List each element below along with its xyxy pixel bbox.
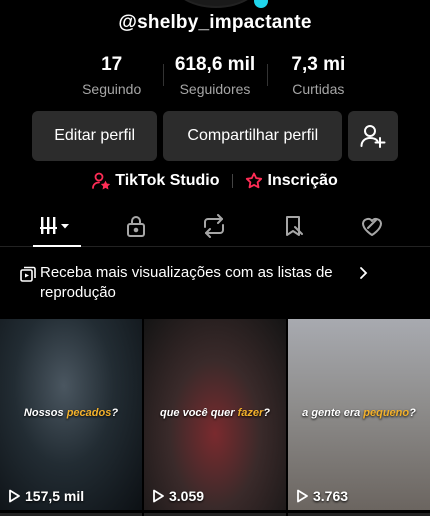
share-profile-button[interactable]: Compartilhar perfil: [163, 111, 343, 161]
videos-grid-icon: [40, 217, 69, 234]
video-thumbnail[interactable]: a gente era pequeno? 3.763: [288, 319, 430, 510]
caption-text: ?: [263, 407, 271, 419]
play-icon: [153, 489, 164, 503]
tab-videos[interactable]: [27, 205, 87, 247]
chevron-right-icon[interactable]: [356, 266, 370, 280]
video-grid: Nossos pecados? 157,5 mil que você quer …: [0, 319, 430, 516]
video-views: 3.763: [296, 488, 348, 504]
subscription-link[interactable]: Inscrição: [245, 172, 338, 190]
tab-private[interactable]: [106, 205, 166, 247]
caption-text: ?: [409, 407, 416, 419]
playlist-banner-text: Receba mais visualizações com as listas …: [40, 264, 333, 301]
profile-actions: Editar perfil Compartilhar perfil: [32, 111, 398, 161]
view-count: 157,5 mil: [25, 488, 85, 504]
stat-followers-label: Seguidores: [179, 81, 251, 97]
caption-text: que você quer: [159, 407, 238, 419]
profile-username: @shelby_impactante: [118, 12, 312, 33]
play-icon: [9, 489, 20, 503]
avatar-add-badge[interactable]: [254, 0, 268, 8]
video-views: 157,5 mil: [8, 488, 84, 504]
studio-icon: [92, 172, 111, 190]
liked-icon: [362, 217, 382, 236]
stat-following[interactable]: 17 Seguindo: [60, 54, 163, 100]
lock-icon: [127, 216, 145, 237]
edit-profile-button[interactable]: Editar perfil: [32, 111, 158, 161]
active-tab-indicator: [33, 245, 81, 247]
links-divider: [231, 174, 233, 188]
video-caption: que você quer fazer?: [144, 407, 286, 419]
subscription-label: Inscrição: [267, 172, 338, 189]
tiktok-studio-label: TikTok Studio: [115, 172, 220, 189]
profile-tabs: [0, 205, 430, 247]
video-thumbnail[interactable]: Nossos pecados? 157,5 mil: [0, 319, 142, 510]
add-user-icon: [360, 125, 386, 148]
caption-text: a gente era: [302, 407, 364, 419]
profile-avatar[interactable]: [168, 0, 264, 8]
playlist-icon: [20, 266, 36, 282]
subscription-star-icon: [245, 172, 262, 189]
favorites-icon: [286, 216, 303, 236]
caption-text: ?: [111, 407, 119, 419]
stat-likes-value: 7,3 mi: [291, 54, 346, 75]
play-icon: [297, 489, 308, 503]
stat-followers-value: 618,6 mil: [174, 54, 256, 75]
add-friend-button[interactable]: [348, 111, 398, 161]
tab-reposts[interactable]: [184, 205, 244, 247]
caption-highlight: pequeno: [363, 407, 410, 419]
video-thumbnail[interactable]: que você quer fazer? 3.059: [144, 319, 286, 510]
stat-following-value: 17: [101, 54, 123, 75]
profile-stats: 17 Seguindo 618,6 mil Seguidores 7,3 mi …: [60, 54, 370, 100]
tiktok-studio-link[interactable]: TikTok Studio: [92, 172, 220, 190]
stat-likes[interactable]: 7,3 mi Curtidas: [266, 54, 370, 100]
caption-highlight: fazer: [237, 407, 264, 419]
video-views: 3.059: [152, 488, 204, 504]
video-caption: a gente era pequeno?: [288, 407, 430, 419]
caption-highlight: pecados: [66, 407, 112, 419]
video-caption: Nossos pecados?: [0, 407, 142, 419]
caption-text: Nossos: [23, 407, 67, 419]
view-count: 3.763: [313, 488, 349, 504]
tab-favorites[interactable]: [264, 205, 324, 247]
stat-likes-label: Curtidas: [292, 81, 345, 97]
view-count: 3.059: [169, 488, 205, 504]
stat-following-label: Seguindo: [82, 81, 142, 97]
tab-liked[interactable]: [342, 205, 402, 247]
repost-icon: [204, 214, 224, 238]
stat-followers[interactable]: 618,6 mil Seguidores: [163, 54, 266, 100]
playlist-banner[interactable]: Receba mais visualizações com as listas …: [0, 262, 430, 306]
profile-links: TikTok Studio Inscrição: [0, 170, 430, 192]
